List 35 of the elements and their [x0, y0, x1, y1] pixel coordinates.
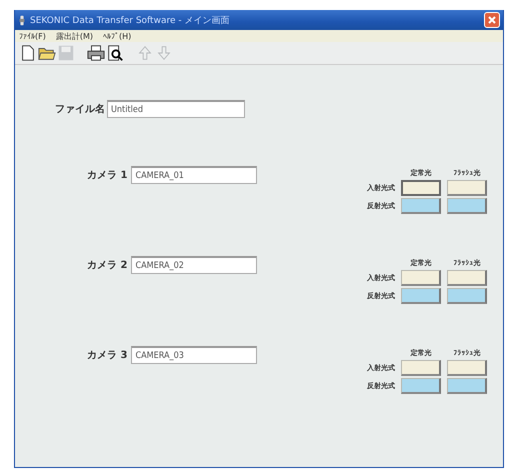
- mode-button[interactable]: [401, 270, 441, 286]
- preview-button[interactable]: [106, 44, 124, 62]
- print-button[interactable]: [87, 44, 105, 62]
- menu-item[interactable]: ﾍﾙﾌﾟ(H): [103, 32, 132, 40]
- menu-item[interactable]: ﾌｧｲﾙ(F): [19, 32, 46, 40]
- window-title: SEKONIC Data Transfer Software - メイン画面: [30, 14, 230, 26]
- mode-button[interactable]: [401, 288, 441, 304]
- mode-button[interactable]: [401, 378, 441, 394]
- mode-button[interactable]: [447, 378, 487, 394]
- camera-name-field[interactable]: CAMERA_02: [131, 256, 258, 274]
- printer-icon: [87, 44, 105, 62]
- camera-label: カメラ 1: [87, 169, 128, 182]
- file-name-field[interactable]: Untitled: [107, 100, 245, 118]
- camera-name-field[interactable]: CAMERA_03: [131, 346, 258, 364]
- document-icon: [19, 44, 37, 62]
- mode-button[interactable]: [447, 270, 487, 286]
- down-arrow-icon: [155, 44, 173, 62]
- mode-button[interactable]: [401, 180, 441, 196]
- new-file-button[interactable]: [19, 44, 37, 62]
- preview-icon: [106, 44, 124, 62]
- app-icon: [18, 14, 26, 26]
- close-icon: [487, 15, 497, 25]
- menu-item[interactable]: 露出計(M): [56, 30, 93, 42]
- camera-label: カメラ 2: [87, 259, 128, 272]
- mode-button[interactable]: [447, 360, 487, 376]
- camera-name-field[interactable]: CAMERA_01: [131, 166, 258, 184]
- mode-button[interactable]: [401, 360, 441, 376]
- mode-button[interactable]: [447, 180, 487, 196]
- mode-button[interactable]: [447, 198, 487, 214]
- up-arrow-icon: [136, 44, 154, 62]
- close-button[interactable]: [484, 12, 500, 28]
- mode-button[interactable]: [401, 198, 441, 214]
- mode-button[interactable]: [447, 288, 487, 304]
- file-name-label: ファイル名: [55, 102, 105, 116]
- camera-label: カメラ 3: [87, 349, 128, 362]
